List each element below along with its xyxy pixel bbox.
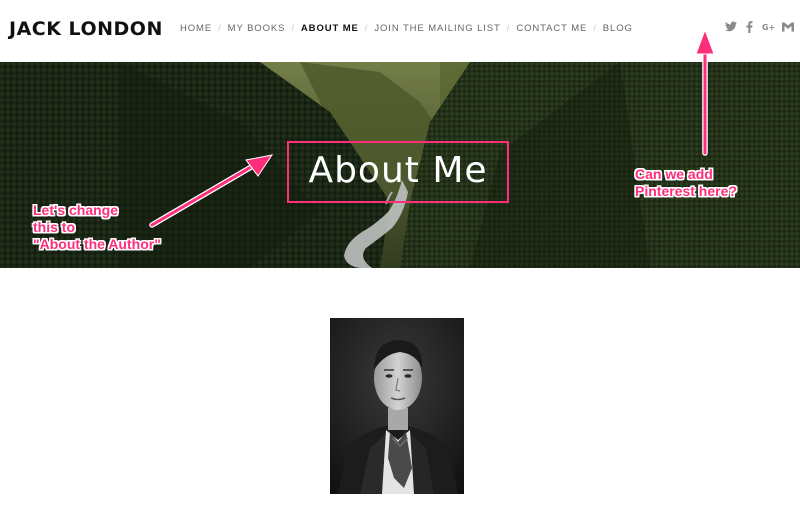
annotation-line: "About the Author" — [33, 236, 161, 252]
annotation-line: this to — [33, 219, 75, 235]
arrow-to-social — [695, 28, 715, 156]
author-portrait — [330, 318, 464, 494]
annotation-change-title: Let's change this to "About the Author" — [33, 202, 161, 253]
annotation-line: Let's change — [33, 202, 119, 218]
annotation-line: Can we add — [635, 166, 713, 182]
annotation-add-pinterest: Can we add Pinterest here? — [635, 166, 737, 200]
annotation-line: Pinterest here? — [635, 183, 737, 199]
arrow-to-title — [149, 154, 274, 228]
